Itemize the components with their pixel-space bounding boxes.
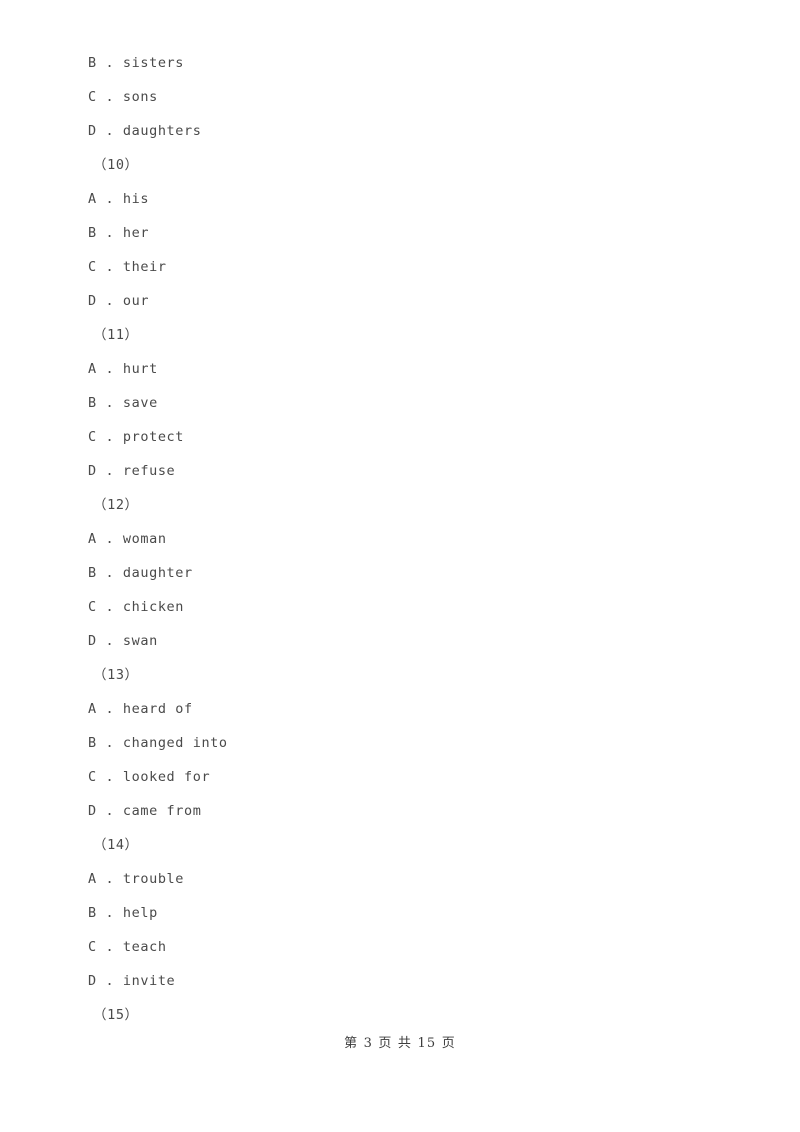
page-footer: 第 3 页 共 15 页	[344, 1036, 456, 1051]
answer-option: D . refuse	[88, 463, 176, 479]
question-number: （15）	[93, 1007, 139, 1023]
answer-option: D . came from	[88, 803, 202, 819]
question-number: （14）	[93, 837, 139, 853]
answer-option: C . their	[88, 259, 167, 275]
question-number: （13）	[93, 667, 139, 683]
answer-option: B . changed into	[88, 735, 228, 751]
answer-option: B . help	[88, 905, 158, 921]
answer-option: D . swan	[88, 633, 158, 649]
answer-option: C . chicken	[88, 599, 185, 615]
document-page: B . sisters C . sons D . daughters （10） A . …	[0, 0, 800, 1132]
answer-option: A . his	[88, 191, 150, 207]
question-number: （10）	[93, 157, 139, 173]
answer-option: B . save	[88, 395, 158, 411]
answer-option: A . woman	[88, 531, 167, 547]
answer-option: D . invite	[88, 973, 176, 989]
answer-option: C . sons	[88, 89, 158, 105]
answer-option: C . looked for	[88, 769, 211, 785]
answer-option: A . hurt	[88, 361, 158, 377]
question-number: （12）	[93, 497, 139, 513]
question-options-list: B . sisters C . sons D . daughters （10） A . …	[88, 46, 728, 1032]
answer-option: D . daughters	[88, 123, 202, 139]
answer-option: C . teach	[88, 939, 167, 955]
question-number: （11）	[93, 327, 139, 343]
answer-option: A . trouble	[88, 871, 185, 887]
answer-option: B . sisters	[88, 55, 185, 71]
answer-option: B . her	[88, 225, 150, 241]
answer-option: A . heard of	[88, 701, 193, 717]
answer-option: C . protect	[88, 429, 185, 445]
answer-option: D . our	[88, 293, 150, 309]
answer-option: B . daughter	[88, 565, 193, 581]
